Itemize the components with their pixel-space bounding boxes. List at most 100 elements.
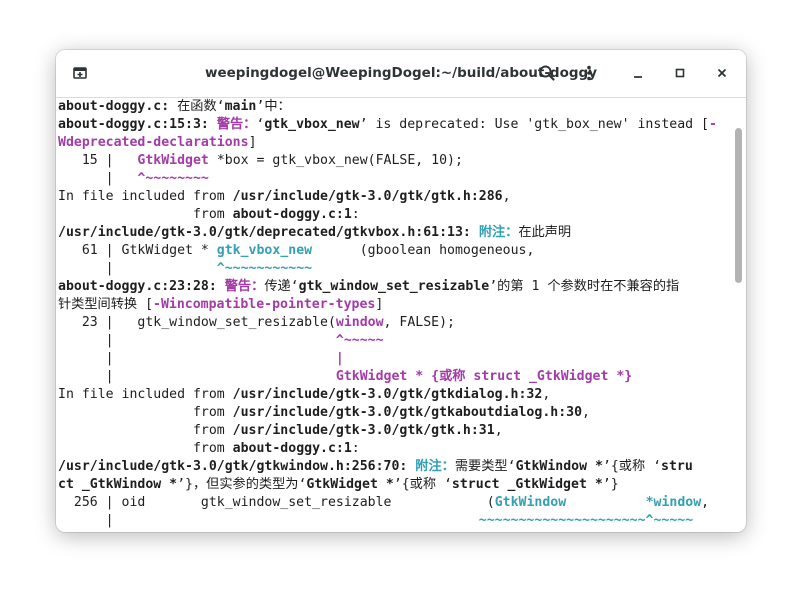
terminal-line: In file included from /usr/include/gtk-3… <box>58 188 734 206</box>
terminal-text: 传递‘ <box>264 279 299 294</box>
terminal-text: window <box>335 315 384 330</box>
terminal-text: - <box>708 117 717 132</box>
terminal-text: In file included from <box>58 387 233 402</box>
minimize-icon <box>634 76 642 78</box>
terminal-line: from /usr/include/gtk-3.0/gtk/gtkaboutdi… <box>58 404 734 422</box>
terminal-text: | <box>58 333 336 348</box>
terminal-text: /usr/include/gtk-3.0/gtk/gtk.h:286 <box>232 189 503 204</box>
terminal-text: main <box>224 99 257 114</box>
terminal-line: | GtkWidget * {或称 struct _GtkWidget *} <box>58 368 734 386</box>
terminal-text: /usr/include/gtk-3.0/gtk/gtkdialog.h:32 <box>232 387 543 402</box>
terminal-text: stru <box>661 459 693 474</box>
terminal-text: ’{或称 ‘ <box>393 477 452 492</box>
scrollbar-thumb[interactable] <box>735 128 742 283</box>
maximize-button[interactable] <box>668 61 692 85</box>
terminal-text: from <box>58 423 233 438</box>
terminal-line: 针类型间转换 [-Wincompatible-pointer-types] <box>58 296 734 314</box>
terminal-text: 256 | oid gtk_window_set_resizable ( <box>58 495 495 510</box>
terminal-line: 23 | gtk_window_set_resizable(window, FA… <box>58 314 734 332</box>
terminal-line: /usr/include/gtk-3.0/gtk/gtkwindow.h:256… <box>58 458 734 476</box>
terminal-line: ct _GtkWindow *’}，但实参的类型为‘GtkWidget *’{或… <box>58 476 734 494</box>
terminal-text: , FALSE); <box>383 315 455 330</box>
terminal-text: GtkWindow <box>494 495 567 510</box>
terminal-text: 需要类型‘ <box>454 459 516 474</box>
terminal-text: ^~~~~~ <box>335 333 384 348</box>
terminal-line: | ^~~~~~~~~~~~ <box>58 260 734 278</box>
terminal-line: | ^~~~~~ <box>58 332 734 350</box>
terminal-text: from <box>58 405 233 420</box>
terminal-text: /usr/include/gtk-3.0/gtk/deprecated/gtkv… <box>58 225 471 240</box>
terminal-text: ~~~~~~~~~~~~~~~~~~~~~^~~~~~ <box>478 513 694 528</box>
terminal-text: | <box>58 351 336 366</box>
header-bar: weepingdogel@WeepingDogel:~/build/about-… <box>56 50 746 98</box>
terminal-text: ct _GtkWindow * <box>58 477 178 492</box>
terminal-text: ’{或称 ‘ <box>602 459 662 474</box>
terminal-text: ] <box>375 297 384 312</box>
close-icon <box>717 68 727 78</box>
terminal-output[interactable]: about-doggy.c: 在函数‘main’中： about-doggy.c:… <box>56 98 734 532</box>
terminal-text: 23 | gtk_window_set_resizable( <box>58 315 336 330</box>
terminal-text: about-doggy.c:23:28: <box>58 279 217 294</box>
terminal-text: from <box>58 441 233 456</box>
terminal-line: 256 | oid gtk_window_set_resizable (GtkW… <box>58 494 734 512</box>
terminal-text: -Wincompatible-pointer-types <box>153 297 376 312</box>
terminal-text: 针类型间转换 [ <box>58 297 154 312</box>
terminal-text: GtkWindow * <box>515 459 603 474</box>
terminal-line: | <box>58 530 734 532</box>
terminal-line: 61 | GtkWidget * gtk_vbox_new (gboolean … <box>58 242 734 260</box>
terminal-text: ’中： <box>256 99 291 114</box>
terminal-text: , <box>494 423 503 438</box>
terminal-line: Wdeprecated-declarations] <box>58 134 734 152</box>
terminal-line: about-doggy.c: 在函数‘main’中： <box>58 98 734 116</box>
menu-button[interactable] <box>577 61 601 85</box>
terminal-line: In file included from /usr/include/gtk-3… <box>58 386 734 404</box>
terminal-text: /usr/include/gtk-3.0/gtk/gtk.h:31 <box>232 423 495 438</box>
kebab-menu-icon <box>587 65 591 81</box>
terminal-text: ’}，但实参的类型为‘ <box>177 477 307 492</box>
terminal-text: gtk_vbox_new <box>264 117 360 132</box>
terminal-text: 附注： <box>478 225 519 240</box>
terminal-text: about-doggy.c:15:3: <box>58 117 209 132</box>
terminal-text: (gboolean homogeneous, <box>312 243 535 258</box>
maximize-icon <box>675 68 685 78</box>
terminal-text: 警告： <box>216 117 257 132</box>
terminal-text: 在函数‘ <box>169 99 225 114</box>
terminal-text: /usr/include/gtk-3.0/gtk/gtkaboutdialog.… <box>232 405 583 420</box>
terminal-text: GtkWidget <box>137 153 209 168</box>
terminal-text: gtk_vbox_new <box>216 243 313 258</box>
terminal-text: : <box>351 441 360 456</box>
terminal-window: weepingdogel@WeepingDogel:~/build/about-… <box>56 50 746 532</box>
terminal-text: ’ is deprecated: Use 'gtk_box_new' inste… <box>359 117 709 132</box>
terminal-text: 附注： <box>415 459 455 474</box>
terminal-text: ’} <box>602 477 619 492</box>
minimize-button[interactable] <box>626 61 650 85</box>
search-button[interactable] <box>535 61 559 85</box>
close-button[interactable] <box>710 61 734 85</box>
terminal-text: , <box>502 189 511 204</box>
terminal-text: *box = gtk_vbox_new(FALSE, 10); <box>208 153 463 168</box>
terminal-text: gtk_window_set_resizable <box>298 279 490 294</box>
terminal-text: 15 | <box>58 153 138 168</box>
terminal-text: | <box>58 261 217 276</box>
terminal-text: 61 | GtkWidget * <box>58 243 217 258</box>
terminal-text: *window <box>645 495 702 510</box>
terminal-line: about-doggy.c:23:28: 警告：传递‘gtk_window_se… <box>58 278 734 296</box>
terminal-text: , <box>582 405 590 420</box>
terminal-line: from /usr/include/gtk-3.0/gtk/gtk.h:31, <box>58 422 734 440</box>
terminal-text: : <box>351 207 360 222</box>
terminal-text: ^~~~~~~~~~~~ <box>216 261 313 276</box>
terminal-text: In file included from <box>58 189 233 204</box>
terminal-line: about-doggy.c:15:3: 警告：‘gtk_vbox_new’ is… <box>58 116 734 134</box>
terminal-text: about-doggy.c: <box>58 99 170 114</box>
terminal-line: /usr/include/gtk-3.0/gtk/deprecated/gtkv… <box>58 224 734 242</box>
terminal-text: from <box>58 207 233 222</box>
search-icon <box>539 65 555 81</box>
terminal-text: , <box>701 495 710 510</box>
terminal-text: | <box>58 513 479 528</box>
terminal-text: about-doggy.c:1 <box>232 207 352 222</box>
terminal-text: GtkWidget * <box>306 477 394 492</box>
terminal-text: ^~~~~~~~~ <box>137 171 209 186</box>
